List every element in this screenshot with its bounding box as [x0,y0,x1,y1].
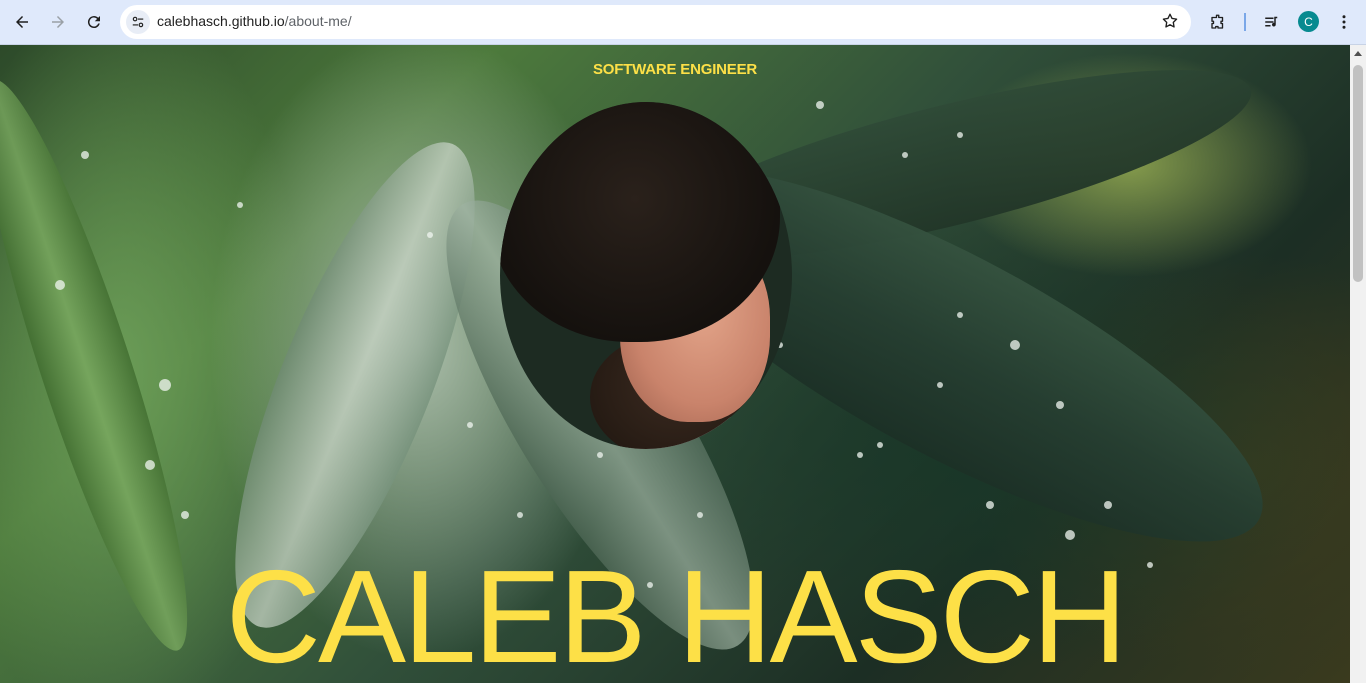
profile-avatar[interactable]: C [1298,11,1319,32]
forward-button[interactable] [45,9,71,35]
media-controls-button[interactable] [1259,9,1285,35]
scroll-up-arrow-icon[interactable] [1354,51,1362,56]
forward-icon [52,16,64,28]
page-scrollbar[interactable] [1350,45,1366,683]
profile-photo [500,102,792,449]
url-text[interactable]: calebhasch.github.io/about-me/ [157,13,352,29]
toolbar-divider [1244,13,1246,31]
menu-icon [1342,15,1346,29]
back-button[interactable] [9,9,35,35]
address-bar[interactable]: calebhasch.github.io/about-me/ [120,5,1191,39]
browser-toolbar: calebhasch.github.io/about-me/ C [0,0,1366,45]
back-icon [16,16,28,28]
url-path: /about-me/ [284,13,352,29]
site-info-icon [132,16,144,28]
menu-button[interactable] [1331,9,1357,35]
hero-name: CALEB HASCH [225,543,1128,683]
job-title: SOFTWARE ENGINEER [592,61,758,78]
page-viewport: SOFTWARE ENGINEER CALEB HASCH [0,45,1350,683]
bookmark-star-icon [1162,13,1178,28]
site-info-button[interactable] [126,10,150,34]
media-controls-icon [1265,16,1278,27]
extensions-icon [1211,14,1224,29]
reload-icon [87,16,100,29]
url-host: calebhasch.github.io [157,13,285,29]
profile-initial: C [1304,14,1313,29]
reload-button[interactable] [81,9,107,35]
scrollbar-thumb[interactable] [1353,65,1363,282]
bookmark-star-button[interactable] [1161,12,1179,35]
extensions-button[interactable] [1205,9,1231,35]
